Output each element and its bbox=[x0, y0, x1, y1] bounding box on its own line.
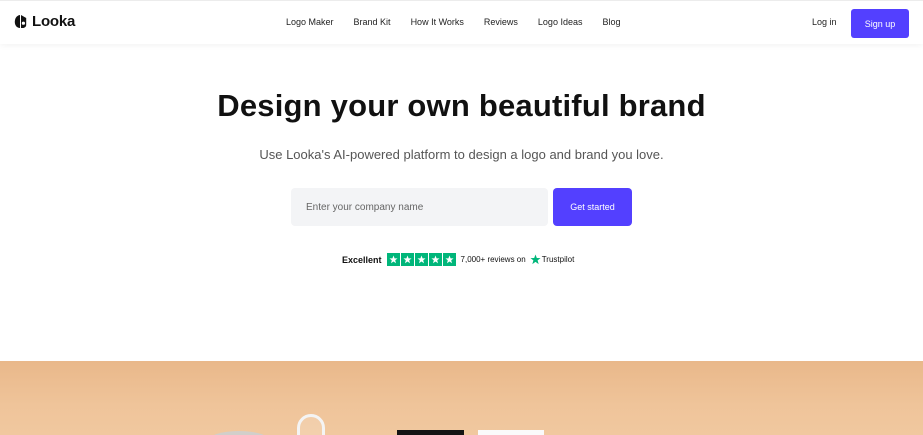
trustpilot-star-icon bbox=[530, 254, 541, 265]
glass-cup-shape bbox=[297, 414, 325, 435]
trustpilot-rating: Excellent 7,000+ reviews on Trustpilot bbox=[342, 253, 574, 266]
login-link[interactable]: Log in bbox=[812, 17, 837, 27]
nav-link-brand-kit[interactable]: Brand Kit bbox=[354, 17, 391, 27]
white-card-shape bbox=[478, 430, 544, 435]
nav-link-how-it-works[interactable]: How It Works bbox=[411, 17, 464, 27]
looka-logo-icon bbox=[14, 15, 27, 28]
hero-title: Design your own beautiful brand bbox=[217, 88, 706, 123]
saucer-shape bbox=[208, 431, 270, 435]
star-icon bbox=[414, 253, 428, 266]
nav-link-blog[interactable]: Blog bbox=[602, 17, 620, 27]
get-started-button[interactable]: Get started bbox=[553, 188, 632, 226]
signup-button[interactable]: Sign up bbox=[851, 9, 909, 38]
company-name-input[interactable] bbox=[291, 188, 548, 226]
star-icon bbox=[428, 253, 442, 266]
reviews-count-text: 7,000+ reviews on bbox=[460, 255, 526, 264]
brand-name: Looka bbox=[32, 13, 76, 30]
brand-logo-link[interactable]: Looka bbox=[14, 13, 75, 30]
nav-link-logo-ideas[interactable]: Logo Ideas bbox=[538, 17, 583, 27]
page: Looka Logo Maker Brand Kit How It Works … bbox=[0, 0, 923, 435]
top-navigation: Looka Logo Maker Brand Kit How It Works … bbox=[0, 0, 923, 44]
rating-stars bbox=[386, 253, 456, 266]
black-card-shape bbox=[397, 430, 464, 435]
rating-label: Excellent bbox=[342, 254, 382, 265]
star-icon bbox=[442, 253, 456, 266]
nav-link-logo-maker[interactable]: Logo Maker bbox=[286, 17, 334, 27]
hero-image bbox=[0, 361, 923, 435]
star-icon bbox=[386, 253, 400, 266]
hero-subtitle: Use Looka's AI-powered platform to desig… bbox=[259, 147, 664, 162]
star-icon bbox=[400, 253, 414, 266]
trustpilot-label: Trustpilot bbox=[541, 255, 575, 264]
main-nav: Logo Maker Brand Kit How It Works Review… bbox=[286, 17, 640, 27]
nav-link-reviews[interactable]: Reviews bbox=[484, 17, 518, 27]
